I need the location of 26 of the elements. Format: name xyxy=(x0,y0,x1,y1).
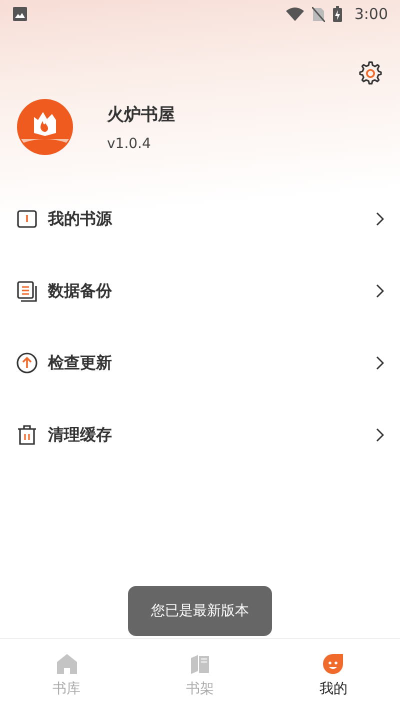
home-icon xyxy=(56,652,78,674)
image-icon xyxy=(13,7,27,21)
app-version: v1.0.4 xyxy=(107,136,152,152)
no-sim-icon xyxy=(312,6,326,22)
upload-circle-icon xyxy=(16,352,38,374)
chevron-right-icon xyxy=(376,284,384,298)
books-icon xyxy=(188,652,211,674)
app-logo xyxy=(17,99,73,155)
menu-item[interactable]: 数据备份 xyxy=(48,280,366,302)
chevron-right-icon xyxy=(376,212,384,226)
toast-message: 您已是最新版本 xyxy=(128,586,272,636)
app-name: 火炉书屋 xyxy=(107,104,175,126)
wifi-icon xyxy=(286,7,304,21)
trash-icon xyxy=(16,424,38,446)
book-icon xyxy=(16,208,38,230)
chevron-right-icon xyxy=(376,356,384,370)
status-time: 3:00 xyxy=(354,5,388,23)
menu-item[interactable]: 我的书源 xyxy=(48,208,366,230)
menu-item[interactable]: 检查更新 xyxy=(48,352,366,374)
battery-charging-icon xyxy=(333,6,342,22)
document-stack-icon xyxy=(16,280,38,302)
settings-icon[interactable] xyxy=(358,61,382,85)
menu-item[interactable]: 清理缓存 xyxy=(48,424,366,446)
nav-tab[interactable]: 我的 xyxy=(266,639,400,711)
chevron-right-icon xyxy=(376,428,384,442)
smiley-icon xyxy=(322,652,344,674)
